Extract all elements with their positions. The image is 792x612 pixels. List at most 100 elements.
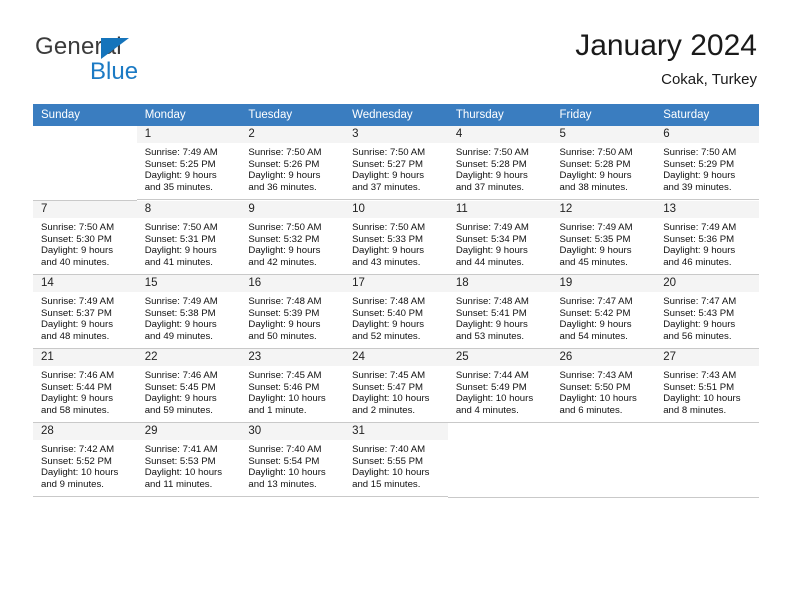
calendar-day-cell[interactable]: 3 Sunrise: 7:50 AM Sunset: 5:27 PM Daylight… (344, 126, 448, 200)
day-sunset-text: Sunset: 5:28 PM (455, 158, 527, 170)
day-sunset-text: Sunset: 5:39 PM (248, 307, 320, 319)
day-sunset-text: Sunset: 5:33 PM (352, 233, 424, 245)
calendar-day-cell[interactable]: 21 Sunrise: 7:46 AM Sunset: 5:44 PM Dayligh… (33, 349, 137, 423)
calendar-day-cell[interactable]: 16 Sunrise: 7:48 AM Sunset: 5:39 PM Dayligh… (240, 275, 345, 349)
day-sunset-text: Sunset: 5:44 PM (41, 381, 112, 393)
day-sunset-text: Sunset: 5:38 PM (144, 307, 216, 319)
calendar-day-cell[interactable]: 25 Sunrise: 7:44 AM Sunset: 5:49 PM Dayligh… (447, 349, 552, 423)
calendar-day-cell[interactable]: 27 Sunrise: 7:43 AM Sunset: 5:51 PM Dayligh… (655, 349, 759, 423)
day-sunrise-text: Sunrise: 7:50 AM (248, 147, 322, 158)
day-info: Sunrise: 7:46 AM Sunset: 5:44 PM Daylight:… (33, 366, 137, 416)
calendar-cell: 8 Sunrise: 7:50 AM Sunset: 5:31 PM Daylight… (136, 201, 241, 275)
day-daylight2-text: and 59 minutes. (144, 404, 213, 416)
calendar-day-cell[interactable]: 10 Sunrise: 7:50 AM Sunset: 5:33 PM Dayligh… (344, 201, 448, 275)
calendar-grid: Sunday Monday Tuesday Wednesday Thursday… (33, 104, 759, 498)
calendar-cell: 10 Sunrise: 7:50 AM Sunset: 5:33 PM Dayligh… (344, 201, 448, 275)
day-info: Sunrise: 7:47 AM Sunset: 5:42 PM Daylight:… (552, 292, 656, 342)
day-number: 21 (33, 349, 137, 366)
calendar-cell: 24 Sunrise: 7:45 AM Sunset: 5:47 PM Dayligh… (344, 349, 448, 423)
general-blue-logo[interactable]: General Blue (35, 33, 235, 85)
day-number: 1 (136, 126, 241, 143)
calendar-day-cell[interactable]: 30 Sunrise: 7:40 AM Sunset: 5:54 PM Dayligh… (240, 423, 345, 497)
day-daylight2-text: and 37 minutes. (352, 181, 421, 193)
day-sunrise-text: Sunrise: 7:50 AM (248, 222, 322, 233)
calendar-cell: 26 Sunrise: 7:43 AM Sunset: 5:50 PM Dayligh… (551, 349, 656, 423)
calendar-day-cell[interactable]: 19 Sunrise: 7:47 AM Sunset: 5:42 PM Dayligh… (551, 275, 656, 349)
calendar-day-cell[interactable]: 13 Sunrise: 7:49 AM Sunset: 5:36 PM Dayligh… (655, 201, 759, 275)
calendar-week-row: 7 Sunrise: 7:50 AM Sunset: 5:30 PM Daylight… (33, 201, 759, 275)
day-sunrise-text: Sunrise: 7:46 AM (144, 370, 218, 381)
calendar-day-cell[interactable]: 2 Sunrise: 7:50 AM Sunset: 5:26 PM Daylight… (240, 126, 345, 200)
day-sunrise-text: Sunrise: 7:48 AM (352, 296, 426, 307)
weekday-header-wednesday: Wednesday (344, 104, 448, 126)
calendar-day-cell[interactable]: 5 Sunrise: 7:50 AM Sunset: 5:28 PM Daylight… (551, 126, 656, 200)
day-info: Sunrise: 7:48 AM Sunset: 5:41 PM Daylight:… (448, 292, 552, 342)
day-sunset-text: Sunset: 5:42 PM (559, 307, 631, 319)
day-daylight1-text: Daylight: 10 hours (41, 467, 119, 479)
day-daylight1-text: Daylight: 10 hours (352, 467, 430, 479)
day-info: Sunrise: 7:46 AM Sunset: 5:45 PM Daylight:… (137, 366, 241, 416)
day-daylight2-text: and 13 minutes. (248, 478, 317, 490)
day-daylight2-text: and 38 minutes. (559, 181, 628, 193)
calendar-cell-empty (447, 423, 552, 498)
calendar-cell-empty (33, 126, 137, 201)
calendar-day-cell[interactable]: 18 Sunrise: 7:48 AM Sunset: 5:41 PM Dayligh… (447, 275, 552, 349)
day-info: Sunrise: 7:49 AM Sunset: 5:35 PM Daylight:… (552, 218, 656, 268)
day-sunrise-text: Sunrise: 7:49 AM (559, 222, 633, 233)
calendar-day-cell[interactable]: 9 Sunrise: 7:50 AM Sunset: 5:32 PM Daylight… (240, 201, 345, 275)
day-sunrise-text: Sunrise: 7:42 AM (41, 444, 115, 455)
calendar-cell: 28 Sunrise: 7:42 AM Sunset: 5:52 PM Dayligh… (33, 423, 137, 498)
calendar-day-cell[interactable]: 6 Sunrise: 7:50 AM Sunset: 5:29 PM Daylight… (655, 126, 759, 200)
day-daylight2-text: and 44 minutes. (455, 256, 525, 268)
calendar-day-cell[interactable]: 31 Sunrise: 7:40 AM Sunset: 5:55 PM Dayligh… (344, 423, 448, 497)
day-info: Sunrise: 7:50 AM Sunset: 5:26 PM Daylight:… (240, 143, 344, 193)
day-number: 17 (344, 275, 448, 292)
calendar-day-cell[interactable]: 17 Sunrise: 7:48 AM Sunset: 5:40 PM Dayligh… (344, 275, 448, 349)
page-subtitle: Cokak, Turkey (661, 71, 757, 88)
calendar-day-cell[interactable]: 26 Sunrise: 7:43 AM Sunset: 5:50 PM Dayligh… (551, 349, 656, 423)
day-number: 13 (655, 201, 759, 218)
calendar-cell: 25 Sunrise: 7:44 AM Sunset: 5:49 PM Dayligh… (447, 349, 552, 423)
day-number: 29 (136, 423, 241, 440)
day-sunrise-text: Sunrise: 7:49 AM (144, 296, 218, 307)
day-info: Sunrise: 7:50 AM Sunset: 5:28 PM Daylight:… (448, 143, 552, 193)
calendar-cell: 22 Sunrise: 7:46 AM Sunset: 5:45 PM Dayligh… (136, 349, 241, 423)
day-sunrise-text: Sunrise: 7:48 AM (455, 296, 529, 307)
day-daylight1-text: Daylight: 9 hours (144, 319, 217, 331)
calendar-day-cell[interactable]: 15 Sunrise: 7:49 AM Sunset: 5:38 PM Dayligh… (136, 275, 241, 349)
day-daylight2-text: and 8 minutes. (663, 404, 727, 416)
day-number: 4 (447, 126, 552, 143)
day-sunrise-text: Sunrise: 7:49 AM (455, 222, 529, 233)
calendar-day-cell[interactable]: 24 Sunrise: 7:45 AM Sunset: 5:47 PM Dayligh… (344, 349, 448, 423)
calendar-day-cell[interactable]: 7 Sunrise: 7:50 AM Sunset: 5:30 PM Daylight… (33, 201, 137, 275)
day-info: Sunrise: 7:43 AM Sunset: 5:50 PM Daylight:… (552, 366, 656, 416)
day-info: Sunrise: 7:49 AM Sunset: 5:37 PM Daylight:… (33, 292, 137, 342)
calendar-day-cell[interactable]: 29 Sunrise: 7:41 AM Sunset: 5:53 PM Dayligh… (136, 423, 241, 497)
calendar-day-cell[interactable]: 12 Sunrise: 7:49 AM Sunset: 5:35 PM Dayligh… (551, 201, 656, 275)
calendar-day-cell[interactable]: 14 Sunrise: 7:49 AM Sunset: 5:37 PM Dayligh… (33, 275, 137, 349)
calendar-day-cell[interactable]: 4 Sunrise: 7:50 AM Sunset: 5:28 PM Daylight… (447, 126, 552, 200)
day-daylight1-text: Daylight: 9 hours (41, 245, 113, 257)
day-sunrise-text: Sunrise: 7:50 AM (559, 147, 633, 158)
day-daylight2-text: and 35 minutes. (144, 181, 213, 193)
calendar-cell: 31 Sunrise: 7:40 AM Sunset: 5:55 PM Dayligh… (344, 423, 448, 498)
calendar-day-cell[interactable]: 20 Sunrise: 7:47 AM Sunset: 5:43 PM Dayligh… (655, 275, 759, 349)
calendar-day-cell[interactable]: 11 Sunrise: 7:49 AM Sunset: 5:34 PM Dayligh… (447, 201, 552, 275)
day-info: Sunrise: 7:45 AM Sunset: 5:46 PM Daylight:… (240, 366, 344, 416)
day-info: Sunrise: 7:50 AM Sunset: 5:32 PM Daylight:… (240, 218, 344, 268)
day-sunrise-text: Sunrise: 7:49 AM (144, 147, 218, 158)
calendar-day-cell[interactable]: 22 Sunrise: 7:46 AM Sunset: 5:45 PM Dayligh… (136, 349, 241, 423)
day-daylight2-text: and 40 minutes. (41, 256, 110, 268)
calendar-day-cell[interactable]: 8 Sunrise: 7:50 AM Sunset: 5:31 PM Daylight… (136, 201, 241, 275)
calendar-cell (447, 423, 552, 498)
day-number: 12 (551, 201, 656, 218)
calendar-day-cell[interactable]: 1 Sunrise: 7:49 AM Sunset: 5:25 PM Daylight… (136, 126, 241, 200)
calendar-cell: 18 Sunrise: 7:48 AM Sunset: 5:41 PM Dayligh… (447, 275, 552, 349)
day-sunrise-text: Sunrise: 7:44 AM (455, 370, 529, 381)
day-sunset-text: Sunset: 5:41 PM (455, 307, 527, 319)
calendar-day-cell[interactable]: 28 Sunrise: 7:42 AM Sunset: 5:52 PM Dayligh… (33, 423, 137, 497)
day-info: Sunrise: 7:50 AM Sunset: 5:33 PM Daylight:… (344, 218, 448, 268)
day-daylight2-text: and 49 minutes. (144, 330, 213, 342)
calendar-cell: 11 Sunrise: 7:49 AM Sunset: 5:34 PM Dayligh… (447, 201, 552, 275)
calendar-day-cell[interactable]: 23 Sunrise: 7:45 AM Sunset: 5:46 PM Dayligh… (240, 349, 345, 423)
